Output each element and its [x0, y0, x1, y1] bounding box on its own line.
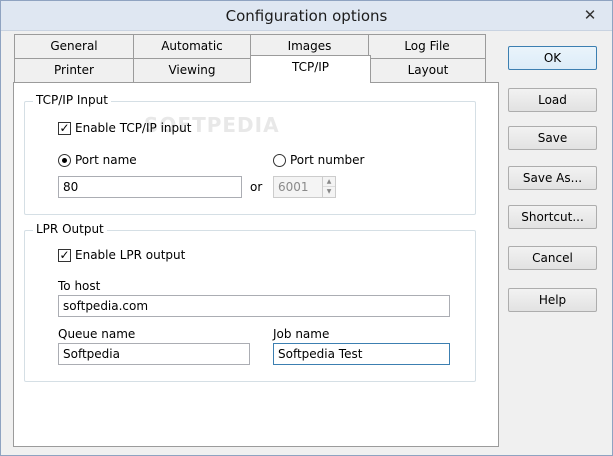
or-label: or — [250, 180, 263, 194]
tcpip-input-title: TCP/IP Input — [33, 93, 111, 107]
lpr-output-title: LPR Output — [33, 222, 107, 236]
queue-name-label: Queue name — [58, 327, 136, 341]
ok-button[interactable]: OK — [508, 46, 597, 70]
enable-lpr-checkbox[interactable]: ✓ — [58, 249, 71, 262]
load-button[interactable]: Load — [508, 88, 597, 112]
tab-viewing[interactable]: Viewing — [133, 58, 251, 82]
enable-tcpip-label: Enable TCP/IP input — [75, 121, 192, 135]
enable-tcpip-checkbox[interactable]: ✓ — [58, 122, 71, 135]
tab-layout[interactable]: Layout — [370, 58, 486, 82]
tab-general[interactable]: General — [14, 34, 134, 58]
title-bar: Configuration options ✕ — [1, 1, 612, 31]
port-name-label: Port name — [75, 153, 137, 167]
save-as-button[interactable]: Save As... — [508, 166, 597, 190]
port-number-input[interactable]: 6001 — [273, 176, 323, 198]
port-name-input[interactable]: 80 — [58, 176, 242, 198]
help-button[interactable]: Help — [508, 288, 597, 312]
window-title: Configuration options — [225, 7, 388, 25]
job-name-input[interactable]: Softpedia Test — [273, 343, 450, 365]
tab-printer[interactable]: Printer — [14, 58, 134, 82]
save-button[interactable]: Save — [508, 126, 597, 150]
to-host-input[interactable]: softpedia.com — [58, 295, 450, 317]
port-number-radio[interactable] — [273, 154, 286, 167]
tcpip-input-group: TCP/IP Input ✓ Enable TCP/IP input Port … — [24, 93, 476, 215]
tab-tcpip[interactable]: TCP/IP — [250, 55, 371, 83]
port-name-radio[interactable] — [58, 154, 71, 167]
spin-up-icon[interactable]: ▲ — [323, 177, 335, 187]
tab-log-file[interactable]: Log File — [368, 34, 486, 58]
to-host-label: To host — [58, 279, 101, 293]
enable-lpr-label: Enable LPR output — [75, 248, 186, 262]
port-number-label: Port number — [290, 153, 365, 167]
shortcut-button[interactable]: Shortcut... — [508, 205, 597, 229]
lpr-output-group: LPR Output ✓ Enable LPR output To host s… — [24, 222, 476, 382]
tab-automatic[interactable]: Automatic — [133, 34, 251, 58]
cancel-button[interactable]: Cancel — [508, 246, 597, 270]
job-name-label: Job name — [273, 327, 330, 341]
tcpip-panel: SOFTPEDIA TCP/IP Input ✓ Enable TCP/IP i… — [13, 82, 499, 447]
queue-name-input[interactable]: Softpedia — [58, 343, 250, 365]
spin-down-icon[interactable]: ▼ — [323, 187, 335, 197]
configuration-dialog: Configuration options ✕ General Automati… — [0, 0, 613, 456]
port-number-spinner[interactable]: ▲ ▼ — [322, 176, 336, 198]
close-icon[interactable]: ✕ — [580, 5, 600, 25]
